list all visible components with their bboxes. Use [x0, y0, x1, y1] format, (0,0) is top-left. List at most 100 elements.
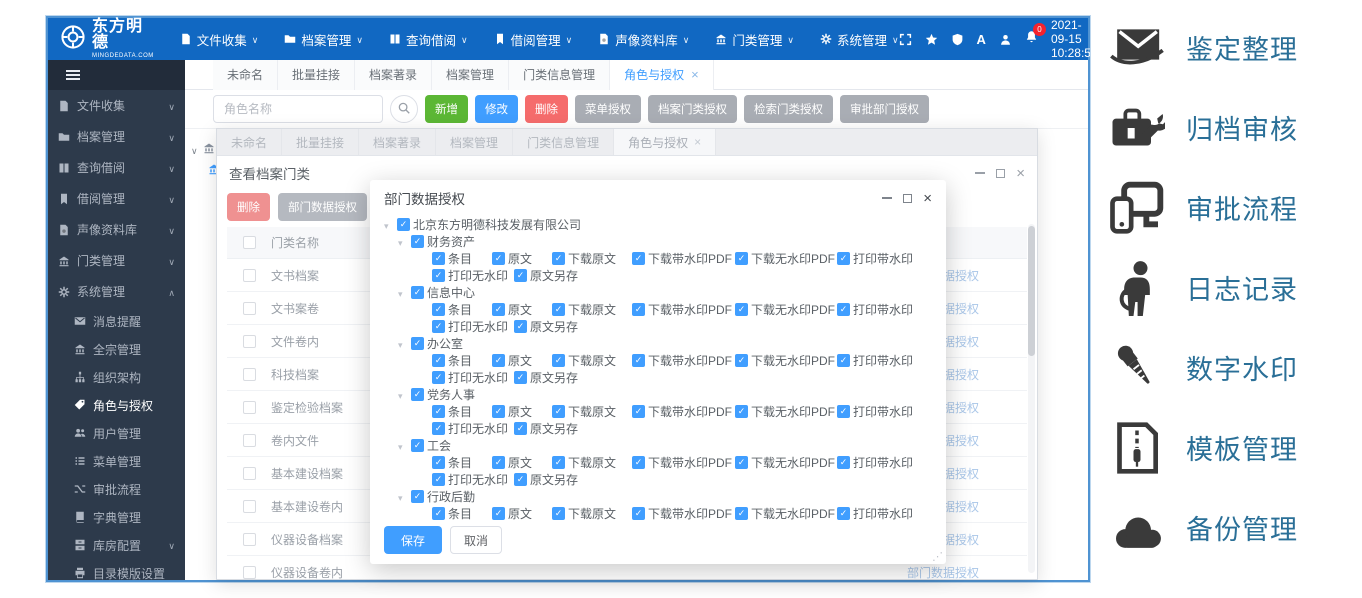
tree-expand-icon[interactable] [398, 439, 411, 453]
department-node[interactable]: 党务人事 [398, 386, 932, 403]
row-checkbox[interactable] [243, 533, 256, 546]
department-node[interactable]: 办公室 [398, 335, 932, 352]
toolbar-button[interactable]: 审批部门授权 [840, 95, 929, 123]
save-button[interactable]: 保存 [384, 526, 442, 554]
navbar-menu-item[interactable]: 文件收集 [180, 30, 259, 49]
scrollbar[interactable] [1028, 224, 1035, 573]
permission-checkbox[interactable] [432, 456, 445, 469]
star-icon[interactable] [925, 33, 938, 46]
tree-expand-icon[interactable] [398, 388, 411, 402]
row-checkbox[interactable] [243, 401, 256, 414]
minimize-icon[interactable] [975, 172, 985, 174]
tree-expand-icon[interactable] [398, 286, 411, 300]
permission-checkbox[interactable] [837, 303, 850, 316]
permission-checkbox[interactable] [432, 303, 445, 316]
search-button[interactable] [390, 95, 418, 123]
permission-checkbox[interactable] [514, 422, 527, 435]
permission-checkbox[interactable] [735, 456, 748, 469]
navbar-menu-item[interactable]: 档案管理 [284, 30, 363, 49]
sidebar-item[interactable]: 菜单管理 [48, 447, 185, 475]
tab[interactable]: 档案著录 [355, 60, 432, 90]
toolbar-button[interactable]: 删除 [525, 95, 568, 123]
select-all-checkbox[interactable] [243, 236, 256, 249]
toolbar-button[interactable]: 检索门类授权 [744, 95, 833, 123]
permission-checkbox[interactable] [432, 252, 445, 265]
permission-checkbox[interactable] [432, 269, 445, 282]
sidebar-collapse-button[interactable] [48, 60, 185, 90]
permission-checkbox[interactable] [514, 269, 527, 282]
tree-expand-icon[interactable] [398, 337, 411, 351]
role-name-input[interactable] [213, 95, 383, 123]
navbar-menu-item[interactable]: 系统管理 [820, 30, 899, 49]
department-checkbox[interactable] [411, 490, 424, 503]
sidebar-item[interactable]: 全宗管理 [48, 335, 185, 363]
user-icon[interactable] [999, 33, 1012, 46]
department-node[interactable]: 财务资产 [398, 233, 932, 250]
permission-checkbox[interactable] [432, 371, 445, 384]
row-checkbox[interactable] [243, 566, 256, 579]
close-icon[interactable] [1016, 166, 1025, 181]
sidebar-item[interactable]: 字典管理 [48, 503, 185, 531]
tab-close-icon[interactable] [684, 67, 699, 82]
tab[interactable]: 批量挂接 [278, 60, 355, 90]
toolbar-button[interactable]: 删除 [227, 193, 270, 221]
sidebar-item[interactable]: 借阅管理 [48, 183, 185, 214]
row-checkbox[interactable] [243, 368, 256, 381]
permission-checkbox[interactable] [492, 456, 505, 469]
font-size-toggle[interactable]: A [977, 32, 986, 47]
fullscreen-icon[interactable] [899, 33, 912, 46]
permission-checkbox[interactable] [492, 303, 505, 316]
permission-checkbox[interactable] [492, 354, 505, 367]
tree-expand-icon[interactable] [398, 490, 411, 504]
sidebar-item[interactable]: 文件收集 [48, 90, 185, 121]
permission-checkbox[interactable] [632, 405, 645, 418]
toolbar-button[interactable]: 菜单授权 [575, 95, 641, 123]
sidebar-item[interactable]: 角色与授权 [48, 391, 185, 419]
permission-checkbox[interactable] [837, 507, 850, 520]
department-checkbox[interactable] [411, 337, 424, 350]
department-checkbox[interactable] [411, 388, 424, 401]
cancel-button[interactable]: 取消 [450, 526, 502, 554]
toolbar-button[interactable]: 档案门类授权 [648, 95, 737, 123]
sidebar-item[interactable]: 消息提醒 [48, 307, 185, 335]
permission-checkbox[interactable] [632, 252, 645, 265]
bell-icon[interactable]: 0 [1025, 30, 1038, 48]
sidebar-item[interactable]: 审批流程 [48, 475, 185, 503]
permission-checkbox[interactable] [837, 354, 850, 367]
navbar-menu-item[interactable]: 查询借阅 [389, 30, 468, 49]
maximize-icon[interactable] [996, 169, 1005, 178]
permission-checkbox[interactable] [432, 507, 445, 520]
permission-checkbox[interactable] [837, 405, 850, 418]
sidebar-item[interactable]: 档案管理 [48, 121, 185, 152]
resize-handle-icon[interactable] [932, 550, 943, 563]
row-checkbox[interactable] [243, 434, 256, 447]
department-checkbox[interactable] [411, 286, 424, 299]
sidebar-item[interactable]: 声像资料库 [48, 214, 185, 245]
toolbar-button[interactable]: 新增 [425, 95, 468, 123]
tab[interactable]: 未命名 [213, 60, 278, 90]
permission-checkbox[interactable] [552, 405, 565, 418]
permission-checkbox[interactable] [514, 320, 527, 333]
permission-checkbox[interactable] [432, 354, 445, 367]
permission-checkbox[interactable] [432, 473, 445, 486]
permission-checkbox[interactable] [632, 456, 645, 469]
permission-checkbox[interactable] [552, 507, 565, 520]
department-checkbox[interactable] [411, 235, 424, 248]
permission-checkbox[interactable] [552, 354, 565, 367]
maximize-icon[interactable] [903, 194, 912, 203]
permission-checkbox[interactable] [492, 252, 505, 265]
permission-checkbox[interactable] [432, 422, 445, 435]
permission-checkbox[interactable] [735, 354, 748, 367]
shield-icon[interactable] [951, 33, 964, 46]
tree-expand-icon[interactable] [398, 235, 411, 249]
tab[interactable]: 角色与授权 [610, 60, 714, 90]
department-node[interactable]: 行政后勤 [398, 488, 932, 505]
toolbar-button[interactable]: 部门数据授权 [278, 193, 367, 221]
permission-checkbox[interactable] [552, 303, 565, 316]
sidebar-item[interactable]: 组织架构 [48, 363, 185, 391]
close-icon[interactable] [923, 191, 932, 206]
company-node[interactable]: 北京东方明德科技发展有限公司 [384, 216, 932, 233]
tab[interactable]: 门类信息管理 [509, 60, 610, 90]
sidebar-item[interactable]: 用户管理 [48, 419, 185, 447]
permission-checkbox[interactable] [552, 252, 565, 265]
